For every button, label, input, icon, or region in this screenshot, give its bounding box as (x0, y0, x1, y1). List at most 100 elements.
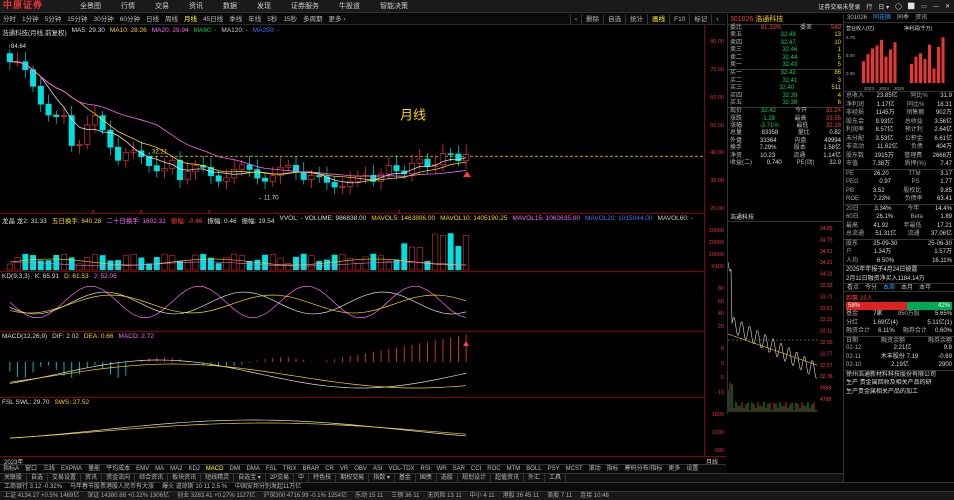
period-tab-8[interactable]: 月线 (181, 14, 200, 25)
swl-pane[interactable]: FSL SWL: 29.70 SWS: 27.52 (0, 398, 704, 456)
far-tab-0[interactable]: 同花顺 (870, 14, 894, 22)
news-2[interactable]: 生产贵金属相关产品的加工 (844, 388, 954, 397)
view-tab-4[interactable]: 本年 (916, 284, 934, 291)
view-tab-2[interactable]: 本周 (880, 284, 898, 291)
menu-2[interactable]: 交易 (145, 0, 179, 13)
chart-tool-4[interactable]: 画线 (647, 14, 669, 25)
status-item-9[interactable]: 美股 7 11 (543, 492, 576, 500)
status-item-2[interactable]: 创业 3283.41 +0.27% 1127亿 (173, 492, 259, 500)
kd-chart[interactable] (0, 272, 704, 332)
bid-row-0[interactable]: 买一 32.42 86 (728, 70, 843, 77)
period-tab-0[interactable]: 分时 (0, 14, 19, 25)
view-tab-0[interactable]: 看点 (844, 284, 862, 291)
period-tab-4[interactable]: 30分钟 (90, 14, 116, 25)
news-1[interactable]: 生产 贵金属回收及相关产品的研 (844, 379, 954, 388)
status-item-6[interactable]: 无风险 13 11 (423, 492, 465, 500)
chart-tool-0[interactable]: ‹ (570, 14, 581, 25)
kline-legend-1: MA5: 29.30 (72, 27, 105, 37)
window-ctrl-4[interactable]: ⬜ (908, 3, 915, 10)
window-ctrl-2[interactable]: 日 ▾ (878, 2, 889, 11)
period-tab-5[interactable]: 60分钟 (117, 14, 143, 25)
ask-row-0[interactable]: 卖五 32.48 13 (728, 32, 843, 39)
note-0[interactable]: 2025年年报于4月24日披露 (844, 266, 954, 275)
menu-5[interactable]: 发现 (247, 0, 281, 13)
menu-8[interactable]: 智能决策 (370, 0, 418, 13)
kline-chart[interactable]: ↑84.64←11.7032.21月线s s s s (0, 25, 704, 214)
macd-pane[interactable]: MACD(12,26,9) DIF: 2.02 DEA: 0.66 MACD: 2.7… (0, 332, 704, 398)
macd-chart[interactable] (0, 332, 704, 398)
volume-bar (162, 254, 167, 270)
kline-legend-0: 浩通科技(月线,前复权) (2, 27, 67, 37)
period-tab-10[interactable]: 季线 (226, 14, 245, 25)
chart-tool-5[interactable]: F10 (669, 14, 689, 25)
period-tab-6[interactable]: 日线 (143, 14, 162, 25)
chart-tool-3[interactable]: 统计 (625, 14, 647, 25)
far-tab-2[interactable]: 资讯 (912, 14, 930, 22)
ask-row-3[interactable]: 卖二 32.44 5 (728, 55, 843, 62)
period-tab-14[interactable]: 多周期 (300, 14, 326, 25)
period-tab-1[interactable]: 1分钟 (19, 14, 42, 25)
view-tab-1[interactable]: 今分 (862, 284, 880, 291)
intraday-mini[interactable]: 浩通科技 34.85 34.75 34.51 34.31 34.21 33.93 33.71… (727, 214, 843, 414)
fin-row-4: 利润率 8.57亿 预计利 2.64亿 (844, 126, 954, 135)
menu-3[interactable]: 资讯 (179, 0, 213, 13)
candle-body (77, 144, 82, 145)
ask-row-4[interactable]: 卖一 32.43 5 (728, 62, 843, 69)
chart-tool-6[interactable]: 标记 (689, 14, 711, 25)
period-tab-3[interactable]: 15分钟 (64, 14, 90, 25)
window-ctrl-1[interactable]: 行 (866, 2, 872, 11)
period-tab-15[interactable]: 更多 › (326, 14, 349, 25)
period-tab-12[interactable]: 5秒 (264, 14, 280, 25)
chart-tool-2[interactable]: 自选 (603, 14, 625, 25)
far-tab-1[interactable]: 同季 (894, 14, 912, 22)
mini-ytick-0: 34.85 (820, 226, 833, 232)
window-ctrl-7[interactable]: ✕ (945, 3, 950, 10)
window-ctrl-5[interactable]: ▭ (921, 3, 927, 10)
news-0[interactable]: 徐州浩通新材料科技股份有限公司 (844, 371, 954, 380)
fundamentals-tabs: 301026 同花顺 同季 资讯 (844, 14, 954, 23)
vol-legend-1: 五日换手: 640.28 (52, 215, 102, 225)
status-item-7[interactable]: 中小 4 11 (466, 492, 499, 500)
window-ctrl-0[interactable]: 证券交易未登录 (818, 2, 860, 11)
mini-ytick-2: 34.51 (820, 249, 833, 255)
menu-7[interactable]: 牛股道 (329, 0, 370, 13)
bid-row-4[interactable]: 买五 32.38 6 (728, 100, 843, 107)
chart-tool-7[interactable]: ‹ (711, 14, 722, 25)
menu-1[interactable]: 行情 (111, 0, 145, 13)
intraday-mini-chart[interactable]: 34.85 34.75 34.51 34.31 34.21 33.93 33.71 33.61… (728, 222, 844, 414)
status-item-0[interactable]: 上证 4134.27 +0.5% 1469亿 (0, 492, 83, 500)
ask-row-2[interactable]: 卖三 32.46 1 (728, 47, 843, 54)
period-tab-2[interactable]: 5分钟 (42, 14, 65, 25)
bid-row-2[interactable]: 买三 32.40 511 (728, 85, 843, 92)
ask-row-1[interactable]: 卖四 32.47 10 (728, 40, 843, 47)
period-tab-13[interactable]: 15秒 (280, 14, 300, 25)
status-item-8[interactable]: 港股 26 45 11 (499, 492, 544, 500)
chart-tool-1[interactable]: 删除 (581, 14, 603, 25)
volume-pane[interactable]: 龙晶 龙2: 31.33 五日换手: 640.28 二十日换手: 1602.31 振幅… (0, 214, 704, 272)
status-item-3[interactable]: 沪深300 4716.99 -0.1% 1254亿 (259, 492, 351, 500)
kd-pane[interactable]: KD(9,3,3) K: 65.91 D: 61.53 J: 52.06 (0, 272, 704, 332)
view-tab-3[interactable]: 本月 (898, 284, 916, 291)
status-item-4[interactable]: 乐动 15 11 (351, 492, 387, 500)
period-tab-11[interactable]: 年线 (245, 14, 264, 25)
bid-row-1[interactable]: 买二 32.41 3 (728, 78, 843, 85)
margin-head: 日期 融资余额 融券余额 (844, 336, 954, 345)
period-tab-7[interactable]: 周线 (162, 14, 181, 25)
candle-body (177, 160, 182, 180)
window-ctrl-6[interactable]: — (933, 4, 939, 10)
period-tab-9[interactable]: 45日线 (200, 14, 226, 25)
swl-chart[interactable] (0, 398, 704, 456)
bid-row-3[interactable]: 买四 32.39 4 (728, 93, 843, 100)
window-ctrl-3[interactable]: ◯ (895, 3, 902, 10)
status-item-1[interactable]: 深证 14380.88 +0.22% 1906亿 (83, 492, 173, 500)
menu-4[interactable]: 数据 (213, 0, 247, 13)
kline-pane[interactable]: 浩通科技(月线,前复权) MA5: 29.30 MA10: 28.26 MA20: 2… (0, 25, 704, 214)
status-item-10[interactable]: 连接 10:48 (576, 492, 613, 500)
mini-ytick-1: 34.75 (820, 237, 833, 243)
note-1[interactable]: 2月11日融资净买入1184.14万 (844, 275, 954, 284)
menu-6[interactable]: 证券服务 (281, 0, 329, 13)
menu-0[interactable]: 全景图 (70, 0, 111, 13)
kline-legend: 浩通科技(月线,前复权) MA5: 29.30 MA10: 28.26 MA20: 2… (2, 27, 279, 37)
status-item-5[interactable]: 三钢 36 11 (387, 492, 423, 500)
volume-bar (115, 260, 120, 270)
